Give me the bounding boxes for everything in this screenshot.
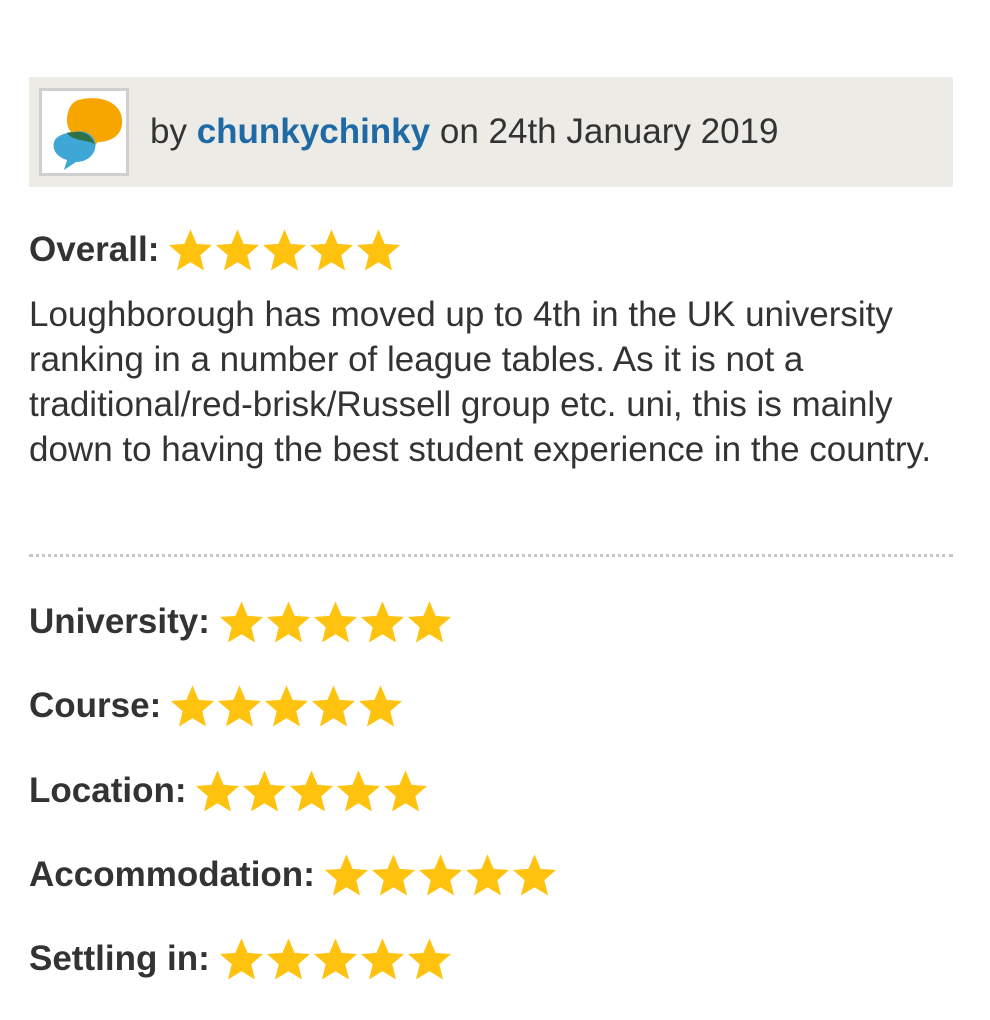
star-icon xyxy=(266,600,310,642)
star-icon xyxy=(384,769,428,811)
star-icon xyxy=(243,769,287,811)
author-link[interactable]: chunkychinky xyxy=(197,112,430,151)
overall-rating-label: Overall: xyxy=(29,230,160,269)
divider xyxy=(29,554,953,557)
category-stars xyxy=(218,936,453,983)
category-rating-row: Accommodation: xyxy=(29,851,558,899)
star-icon xyxy=(266,937,310,979)
category-rating-row: Location: xyxy=(29,767,429,815)
star-icon xyxy=(219,600,263,642)
star-icon xyxy=(216,228,260,270)
star-icon xyxy=(371,853,415,895)
star-icon xyxy=(360,600,404,642)
star-icon xyxy=(265,684,309,726)
star-icon xyxy=(312,684,356,726)
overall-stars xyxy=(167,227,402,274)
star-icon xyxy=(219,937,263,979)
star-icon xyxy=(313,937,357,979)
star-icon xyxy=(418,853,462,895)
category-rating-row: Course: xyxy=(29,682,404,730)
star-icon xyxy=(263,228,307,270)
category-stars xyxy=(194,768,429,815)
overall-rating: Overall: xyxy=(29,226,402,274)
category-stars xyxy=(323,852,558,899)
star-icon xyxy=(324,853,368,895)
star-icon xyxy=(359,684,403,726)
star-icon xyxy=(169,228,213,270)
star-icon xyxy=(512,853,556,895)
star-icon xyxy=(196,769,240,811)
category-rating-label: Course: xyxy=(29,686,162,725)
category-rating-label: Location: xyxy=(29,771,187,810)
category-rating-label: Accommodation: xyxy=(29,855,315,894)
star-icon xyxy=(357,228,401,270)
star-icon xyxy=(290,769,334,811)
avatar[interactable] xyxy=(39,88,129,176)
star-icon xyxy=(360,937,404,979)
category-rating-label: University: xyxy=(29,602,210,641)
star-icon xyxy=(218,684,262,726)
star-icon xyxy=(407,600,451,642)
category-stars xyxy=(218,599,453,646)
star-icon xyxy=(310,228,354,270)
review-body: Loughborough has moved up to 4th in the … xyxy=(29,295,932,469)
by-prefix: by xyxy=(150,112,187,151)
speech-bubbles-icon xyxy=(53,98,123,170)
review-date: on 24th January 2019 xyxy=(439,112,779,151)
review-header: by chunkychinky on 24th January 2019 xyxy=(29,77,953,187)
star-icon xyxy=(171,684,215,726)
category-rating-label: Settling in: xyxy=(29,939,210,978)
byline: by chunkychinky on 24th January 2019 xyxy=(150,111,778,153)
star-icon xyxy=(313,600,357,642)
star-icon xyxy=(337,769,381,811)
star-icon xyxy=(465,853,509,895)
category-stars xyxy=(169,683,404,730)
category-rating-row: Settling in: xyxy=(29,935,453,983)
star-icon xyxy=(407,937,451,979)
category-rating-row: University: xyxy=(29,598,453,646)
